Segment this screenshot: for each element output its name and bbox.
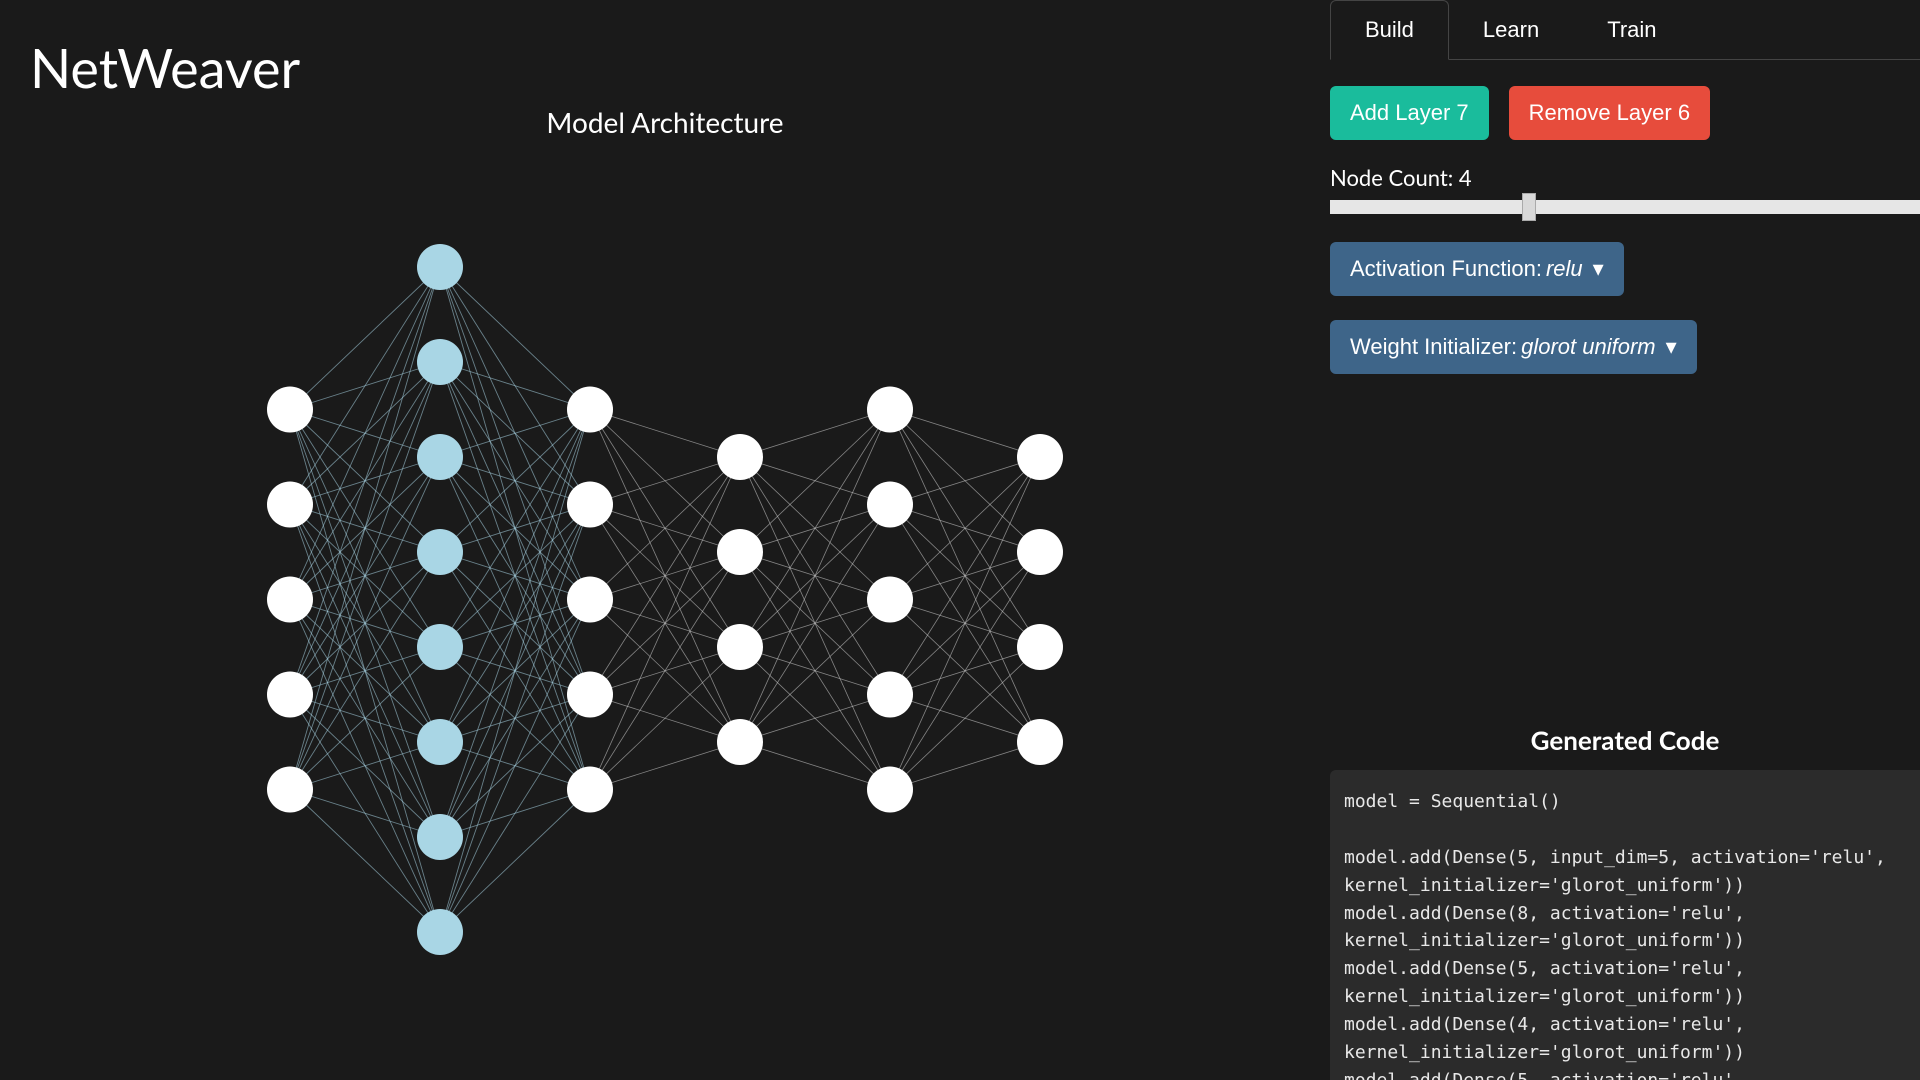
network-edge: [290, 267, 440, 790]
network-node[interactable]: [867, 672, 913, 718]
activation-dropdown[interactable]: Activation Function: relu ▾: [1330, 242, 1624, 296]
network-node[interactable]: [267, 387, 313, 433]
network-edge: [440, 410, 590, 838]
network-edge: [440, 790, 590, 933]
network-edge: [440, 267, 590, 410]
network-edge: [890, 552, 1040, 790]
network-edge: [590, 457, 740, 695]
network-edge: [440, 410, 590, 553]
network-edge: [740, 600, 890, 743]
network-edge: [440, 505, 590, 933]
network-node[interactable]: [267, 482, 313, 528]
network-edge: [290, 267, 440, 505]
add-layer-button[interactable]: Add Layer 7: [1330, 86, 1489, 140]
network-edge: [290, 362, 440, 790]
network-edge: [290, 267, 440, 695]
network-edge: [440, 410, 590, 458]
network-edge: [290, 790, 440, 838]
network-edge: [740, 410, 890, 553]
network-node[interactable]: [417, 719, 463, 765]
generated-code-title: Generated Code: [1330, 724, 1920, 756]
caret-down-icon: ▾: [1666, 334, 1677, 360]
network-svg[interactable]: [247, 224, 1083, 975]
network-node[interactable]: [1017, 719, 1063, 765]
network-edge: [740, 410, 890, 458]
network-edge: [590, 742, 740, 790]
network-node[interactable]: [867, 482, 913, 528]
network-edge: [740, 505, 890, 743]
network-node[interactable]: [417, 529, 463, 575]
network-node[interactable]: [1017, 624, 1063, 670]
network-node[interactable]: [417, 339, 463, 385]
network-edge: [890, 457, 1040, 695]
network-node[interactable]: [417, 909, 463, 955]
network-edge: [890, 742, 1040, 790]
node-count-slider[interactable]: [1330, 200, 1920, 214]
network-node[interactable]: [1017, 434, 1063, 480]
network-edge: [590, 457, 740, 505]
network-edge: [590, 647, 740, 790]
network-edge: [740, 410, 890, 648]
network-node[interactable]: [567, 577, 613, 623]
network-node[interactable]: [867, 577, 913, 623]
network-edge: [740, 695, 890, 743]
mode-tabs: BuildLearnTrain: [1330, 0, 1920, 60]
network-edge: [740, 742, 890, 790]
network-node[interactable]: [267, 767, 313, 813]
network-edge: [290, 790, 440, 933]
network-edge: [890, 647, 1040, 790]
network-viz-container: [30, 139, 1300, 1060]
network-edge: [290, 267, 440, 410]
network-edge: [440, 695, 590, 933]
network-edge: [290, 742, 440, 790]
network-node[interactable]: [417, 244, 463, 290]
tab-train[interactable]: Train: [1573, 0, 1690, 59]
network-node[interactable]: [717, 624, 763, 670]
network-edge: [440, 410, 590, 933]
network-node[interactable]: [417, 434, 463, 480]
network-node[interactable]: [867, 387, 913, 433]
network-node[interactable]: [567, 482, 613, 528]
network-node[interactable]: [717, 719, 763, 765]
network-edge: [590, 552, 740, 790]
tab-learn[interactable]: Learn: [1449, 0, 1573, 59]
caret-down-icon: ▾: [1593, 256, 1604, 282]
network-node[interactable]: [417, 624, 463, 670]
remove-layer-button[interactable]: Remove Layer 6: [1509, 86, 1710, 140]
network-node[interactable]: [1017, 529, 1063, 575]
network-edge: [890, 410, 1040, 458]
app-title: NetWeaver: [30, 35, 1300, 100]
initializer-dropdown[interactable]: Weight Initializer: glorot uniform ▾: [1330, 320, 1697, 374]
network-node[interactable]: [717, 529, 763, 575]
network-edge: [590, 410, 740, 458]
network-edge: [290, 552, 440, 790]
network-edge: [440, 362, 590, 410]
network-edge: [440, 410, 590, 648]
network-edge: [290, 647, 440, 790]
network-node[interactable]: [567, 767, 613, 813]
architecture-title: Model Architecture: [30, 105, 1300, 139]
network-node[interactable]: [567, 387, 613, 433]
tab-build[interactable]: Build: [1330, 0, 1449, 60]
network-node[interactable]: [267, 577, 313, 623]
network-node[interactable]: [717, 434, 763, 480]
network-edge: [890, 457, 1040, 600]
network-node[interactable]: [267, 672, 313, 718]
network-node[interactable]: [417, 814, 463, 860]
network-node[interactable]: [567, 672, 613, 718]
network-edge: [590, 457, 740, 600]
generated-code-block[interactable]: model = Sequential() model.add(Dense(5, …: [1330, 770, 1920, 1080]
network-node[interactable]: [867, 767, 913, 813]
node-count-label: Node Count: 4: [1330, 164, 1920, 191]
network-edge: [890, 457, 1040, 505]
